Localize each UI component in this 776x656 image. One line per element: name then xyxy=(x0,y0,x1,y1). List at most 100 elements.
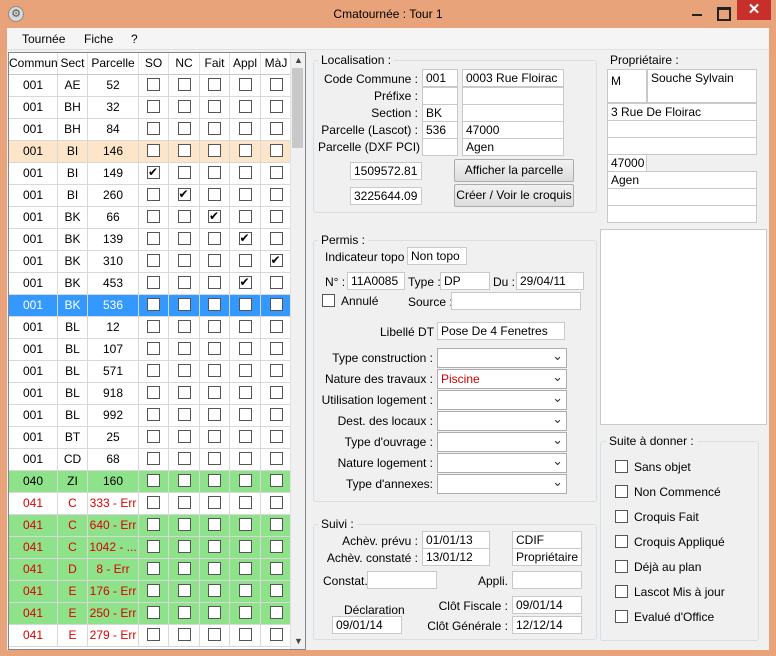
row-checkbox-so[interactable] xyxy=(147,430,160,444)
cell-fait[interactable] xyxy=(200,537,230,559)
indicateur-topo-field[interactable]: Non topo xyxy=(407,247,467,265)
row-checkbox-appl[interactable] xyxy=(238,540,252,554)
row-checkbox-nc[interactable] xyxy=(177,166,191,180)
row-checkbox-fait[interactable] xyxy=(208,628,221,642)
row-checkbox-fait[interactable] xyxy=(208,100,221,114)
cell-fait[interactable] xyxy=(200,251,230,273)
row-checkbox-fait[interactable] xyxy=(208,386,221,400)
row-checkbox-nc[interactable] xyxy=(177,562,191,576)
cell-so[interactable] xyxy=(139,75,169,97)
row-checkbox-nc[interactable] xyxy=(177,254,191,268)
dropdown-select[interactable]: ⌄ xyxy=(437,474,567,494)
cell-fait[interactable] xyxy=(200,317,230,339)
row-checkbox-fait[interactable] xyxy=(208,430,221,444)
code-commune-field[interactable]: 001 xyxy=(422,69,458,87)
cell-so[interactable] xyxy=(139,339,169,361)
row-checkbox-so[interactable] xyxy=(147,122,160,136)
proprietaire-adresse2-field[interactable] xyxy=(607,120,757,138)
row-checkbox-appl[interactable] xyxy=(238,342,252,356)
cell-maj[interactable] xyxy=(261,449,292,471)
cell-fait[interactable] xyxy=(200,185,230,207)
column-header-so[interactable]: SO xyxy=(139,53,169,75)
cell-so[interactable] xyxy=(139,559,169,581)
cell-appl[interactable] xyxy=(230,493,261,515)
cell-nc[interactable] xyxy=(169,537,200,559)
row-checkbox-maj[interactable] xyxy=(269,122,283,136)
cell-nc[interactable] xyxy=(169,603,200,625)
menu-fiche[interactable]: Fiche xyxy=(84,32,113,46)
row-checkbox-appl[interactable] xyxy=(238,78,252,92)
cell-fait[interactable] xyxy=(200,603,230,625)
cell-appl[interactable] xyxy=(230,273,261,295)
cell-appl[interactable] xyxy=(230,383,261,405)
dropdown-select[interactable]: ⌄ xyxy=(437,348,567,368)
row-checkbox-maj[interactable] xyxy=(269,298,283,312)
cell-so[interactable] xyxy=(139,273,169,295)
row-checkbox-appl[interactable] xyxy=(238,274,252,290)
cell-appl[interactable] xyxy=(230,427,261,449)
cell-fait[interactable] xyxy=(200,119,230,141)
row-checkbox-nc[interactable] xyxy=(177,122,191,136)
cell-so[interactable] xyxy=(139,119,169,141)
row-checkbox-appl[interactable] xyxy=(238,166,252,180)
row-checkbox-appl[interactable] xyxy=(238,122,252,136)
row-checkbox-nc[interactable] xyxy=(177,78,191,92)
row-checkbox-nc[interactable] xyxy=(177,628,191,642)
cell-maj[interactable] xyxy=(261,493,292,515)
table-row[interactable]: 001 AE 52 xyxy=(9,75,292,97)
cell-fait[interactable] xyxy=(200,75,230,97)
chevron-down-icon[interactable]: ⌄ xyxy=(552,370,563,384)
row-checkbox-appl[interactable] xyxy=(238,518,252,532)
row-checkbox-fait[interactable] xyxy=(208,122,221,136)
suite-checkbox[interactable] xyxy=(615,585,628,598)
cell-so[interactable] xyxy=(139,603,169,625)
cell-so[interactable] xyxy=(139,185,169,207)
row-checkbox-appl[interactable] xyxy=(238,408,252,422)
cell-so[interactable] xyxy=(139,97,169,119)
column-header-appl[interactable]: Appl xyxy=(230,53,261,75)
cell-fait[interactable] xyxy=(200,515,230,537)
proprietaire-extra-field[interactable] xyxy=(607,188,757,206)
row-checkbox-appl[interactable] xyxy=(238,230,252,246)
table-row[interactable]: 001 BL 992 xyxy=(9,405,292,427)
cell-maj[interactable] xyxy=(261,273,292,295)
row-checkbox-maj[interactable] xyxy=(269,364,283,378)
cell-appl[interactable] xyxy=(230,361,261,383)
cell-nc[interactable] xyxy=(169,295,200,317)
notes-textarea[interactable] xyxy=(600,229,767,425)
section-field[interactable]: BK xyxy=(422,104,458,122)
row-checkbox-fait[interactable] xyxy=(208,364,221,378)
achev-prevu-field[interactable]: 01/01/13 xyxy=(422,531,490,549)
column-header-maj[interactable]: MàJ xyxy=(261,53,292,75)
cell-fait[interactable] xyxy=(200,207,230,229)
row-checkbox-fait[interactable] xyxy=(208,518,221,532)
row-checkbox-appl[interactable] xyxy=(238,386,252,400)
column-header-sect[interactable]: Sect xyxy=(58,53,88,75)
cell-appl[interactable] xyxy=(230,581,261,603)
prefixe-field[interactable] xyxy=(422,87,458,105)
coord-y-field[interactable]: 3225644.09 xyxy=(350,187,422,205)
suite-checkbox[interactable] xyxy=(615,535,628,548)
chevron-down-icon[interactable]: ⌄ xyxy=(552,433,563,447)
cell-appl[interactable] xyxy=(230,515,261,537)
row-checkbox-fait[interactable] xyxy=(208,584,221,598)
cell-appl[interactable] xyxy=(230,625,261,647)
achev-constate-source-field[interactable]: Propriétaire xyxy=(512,548,582,566)
address-line2-field[interactable] xyxy=(462,87,564,105)
row-checkbox-nc[interactable] xyxy=(177,320,191,334)
cell-nc[interactable] xyxy=(169,515,200,537)
cell-appl[interactable] xyxy=(230,317,261,339)
row-checkbox-appl[interactable] xyxy=(238,474,252,488)
table-row[interactable]: 041 C 1042 - ... xyxy=(9,537,292,559)
cell-maj[interactable] xyxy=(261,207,292,229)
row-checkbox-so[interactable] xyxy=(147,364,160,378)
cell-so[interactable] xyxy=(139,471,169,493)
table-row[interactable]: 001 BI 149 xyxy=(9,163,292,185)
chevron-down-icon[interactable]: ⌄ xyxy=(552,475,563,489)
row-checkbox-nc[interactable] xyxy=(177,518,191,532)
cell-maj[interactable] xyxy=(261,97,292,119)
cell-nc[interactable] xyxy=(169,405,200,427)
address-line3-field[interactable] xyxy=(462,104,564,122)
table-row[interactable]: 001 BL 918 xyxy=(9,383,292,405)
row-checkbox-nc[interactable] xyxy=(177,232,191,246)
